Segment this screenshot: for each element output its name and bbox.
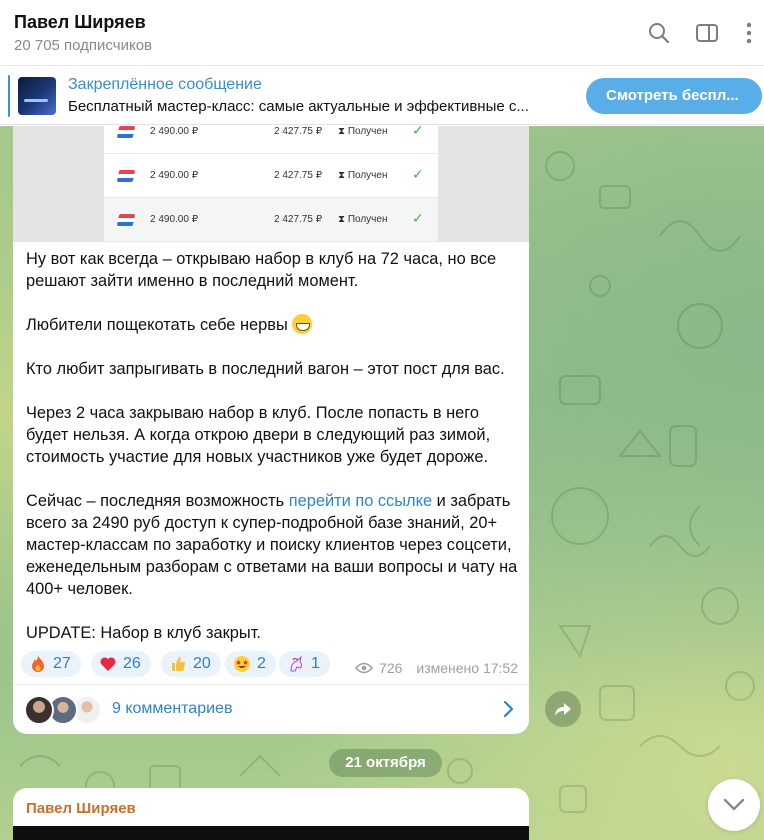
watch-free-button[interactable]: Смотреть беспл... (586, 78, 762, 114)
views-eye-icon (355, 662, 374, 674)
comments-link[interactable]: 9 комментариев (112, 700, 232, 718)
pinned-message-bar[interactable]: Закреплённое сообщение Бесплатный мастер… (0, 67, 764, 125)
grinning-emoji-icon (292, 314, 313, 334)
heart-icon (100, 657, 116, 671)
pinned-title: Закреплённое сообщение (68, 76, 262, 93)
post-paragraph: Сейчас – последняя возможность перейти п… (26, 492, 518, 598)
channel-name[interactable]: Павел Ширяев (14, 12, 146, 33)
pinned-thumbnail (18, 77, 56, 115)
post-paragraph: Ну вот как всегда – открываю набор в клу… (26, 250, 497, 290)
pinned-text: Бесплатный мастер-класс: самые актуальны… (68, 98, 529, 115)
forward-icon (555, 703, 571, 716)
post-author[interactable]: Павел Ширяев (26, 800, 136, 817)
commenter-avatars (24, 695, 104, 725)
post-text: Ну вот как всегда – открываю набор в клу… (26, 248, 518, 644)
bank-logo-icon (116, 214, 136, 226)
post-link[interactable]: перейти по ссылке (289, 492, 432, 510)
reaction-star-struck[interactable]: 2 (225, 651, 276, 677)
chat-header: Павел Ширяев 20 705 подписчиков (0, 0, 764, 66)
views-count: 726 (379, 660, 403, 676)
chevron-down-icon (723, 798, 745, 811)
chevron-right-icon[interactable] (501, 700, 515, 718)
fire-icon (32, 656, 44, 672)
payment-list: 2 490.00 ₽ 2 427.75 ₽ ⧗ Получен ✓ 2 490.… (104, 126, 438, 242)
star-struck-icon (234, 656, 250, 672)
payment-amount: 2 490.00 ₽ (150, 170, 199, 181)
channel-post[interactable]: 2 490.00 ₽ 2 427.75 ₽ ⧗ Получен ✓ 2 490.… (13, 126, 529, 734)
payment-net: 2 427.75 ₽ (274, 170, 323, 181)
bank-logo-icon (116, 170, 136, 182)
post-screenshot[interactable]: 2 490.00 ₽ 2 427.75 ₽ ⧗ Получен ✓ 2 490.… (13, 126, 529, 242)
payment-amount: 2 490.00 ₽ (150, 126, 199, 137)
post-meta: 726 изменено 17:52 (355, 660, 518, 676)
post-paragraph: Кто любит запрыгивать в последний вагон … (26, 360, 505, 378)
payment-amount: 2 490.00 ₽ (150, 214, 199, 225)
comments-divider (13, 684, 529, 685)
pinned-indicator (8, 75, 10, 117)
payment-status: ⧗ Получен (338, 214, 388, 225)
scroll-down-button[interactable] (708, 779, 760, 831)
channel-post[interactable]: Павел Ширяев (13, 788, 529, 840)
payment-net: 2 427.75 ₽ (274, 126, 323, 137)
payment-net: 2 427.75 ₽ (274, 214, 323, 225)
forward-button[interactable] (545, 691, 581, 727)
post-media[interactable] (13, 826, 529, 840)
check-icon: ✓ (412, 126, 424, 138)
unicorn-icon (290, 655, 302, 672)
bank-logo-icon (116, 126, 136, 138)
reaction-thumbs-up[interactable]: 20 (161, 651, 221, 677)
thumbs-up-icon (172, 657, 186, 671)
edited-time: изменено 17:52 (416, 660, 518, 676)
more-menu-icon[interactable] (736, 20, 762, 46)
date-separator: 21 октября (329, 749, 442, 777)
post-paragraph: Любители пощекотать себе нервы (26, 314, 518, 336)
avatar (24, 695, 54, 725)
reaction-fire[interactable]: 27 (21, 651, 81, 677)
payment-status: ⧗ Получен (338, 126, 388, 137)
post-paragraph: Через 2 часа закрываю набор в клуб. Посл… (26, 404, 491, 466)
chat-area: 2 490.00 ₽ 2 427.75 ₽ ⧗ Получен ✓ 2 490.… (0, 126, 764, 840)
reaction-heart[interactable]: 26 (91, 651, 151, 677)
post-paragraph: UPDATE: Набор в клуб закрыт. (26, 624, 261, 642)
check-icon: ✓ (412, 166, 424, 182)
payment-row: 2 490.00 ₽ 2 427.75 ₽ ⧗ Получен ✓ (104, 126, 438, 154)
payment-row: 2 490.00 ₽ 2 427.75 ₽ ⧗ Получен ✓ (104, 154, 438, 198)
check-icon: ✓ (412, 210, 424, 226)
payment-row: 2 490.00 ₽ 2 427.75 ₽ ⧗ Получен ✓ (104, 198, 438, 242)
sidebar-toggle-icon[interactable] (694, 20, 720, 46)
payment-status: ⧗ Получен (338, 170, 388, 181)
search-icon[interactable] (646, 20, 672, 46)
reaction-unicorn[interactable]: 1 (279, 651, 330, 677)
subscriber-count: 20 705 подписчиков (14, 37, 153, 54)
